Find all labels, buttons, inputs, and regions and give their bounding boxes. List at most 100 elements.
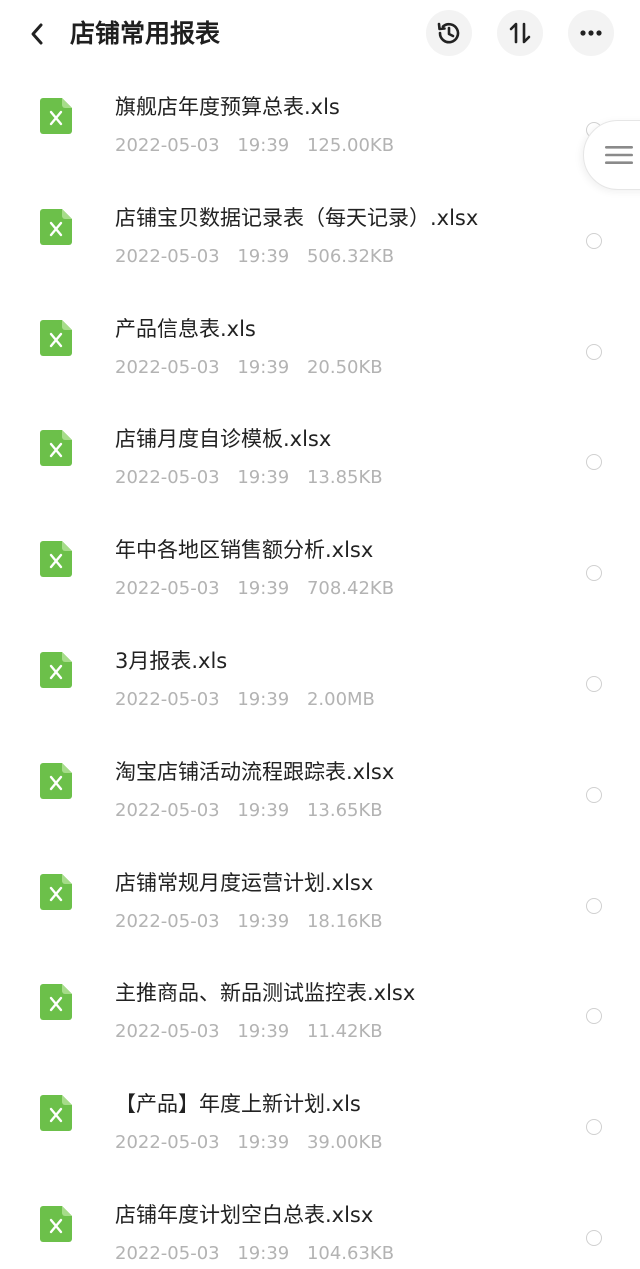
excel-file-icon <box>40 984 72 1021</box>
file-date: 2022-05-03 <box>115 1021 220 1043</box>
excel-file-icon <box>40 762 72 799</box>
file-meta: 2022-05-03 19:39 13.85KB <box>115 467 395 489</box>
file-row[interactable]: 店铺年度计划空白总表.xlsx 2022-05-03 19:39 104.63K… <box>0 1166 640 1269</box>
excel-file-icon <box>40 208 72 245</box>
file-meta: 2022-05-03 19:39 39.00KB <box>115 1132 395 1154</box>
file-browser-screen: 店铺常用报表 旗舰店年度预算总表.xls 2022-05-03 19:39 12… <box>0 0 640 1269</box>
excel-file-icon <box>40 541 72 578</box>
file-date: 2022-05-03 <box>115 467 220 489</box>
file-row[interactable]: 产品信息表.xls 2022-05-03 19:39 20.50KB <box>0 280 640 391</box>
history-button[interactable] <box>426 10 472 56</box>
file-size: 20.50KB <box>306 356 383 378</box>
more-icon <box>580 30 602 36</box>
select-radio[interactable] <box>586 565 602 582</box>
file-row[interactable]: 店铺月度自诊模板.xlsx 2022-05-03 19:39 13.85KB <box>0 390 640 501</box>
file-row[interactable]: 【产品】年度上新计划.xls 2022-05-03 19:39 39.00KB <box>0 1055 640 1166</box>
file-meta: 2022-05-03 19:39 20.50KB <box>115 357 395 379</box>
file-name: 年中各地区销售额分析.xlsx <box>115 538 374 563</box>
file-size: 506.32KB <box>306 245 395 267</box>
menu-lines-icon <box>605 146 633 164</box>
file-meta: 2022-05-03 19:39 11.42KB <box>115 1021 395 1043</box>
file-time: 19:39 <box>237 1242 290 1264</box>
file-time: 19:39 <box>237 1132 290 1154</box>
file-date: 2022-05-03 <box>115 688 220 710</box>
select-radio[interactable] <box>586 454 602 471</box>
file-row[interactable]: 3月报表.xls 2022-05-03 19:39 2.00MB <box>0 612 640 723</box>
file-time: 19:39 <box>237 910 290 932</box>
select-radio[interactable] <box>586 897 602 914</box>
file-meta: 2022-05-03 19:39 708.42KB <box>115 578 406 600</box>
excel-file-icon <box>40 430 72 467</box>
excel-file-icon <box>40 1095 72 1132</box>
sort-button[interactable] <box>497 10 543 56</box>
file-date: 2022-05-03 <box>115 799 220 821</box>
file-time: 19:39 <box>237 688 290 710</box>
file-name: 店铺宝贝数据记录表（每天记录）.xlsx <box>115 205 479 230</box>
file-meta: 2022-05-03 19:39 125.00KB <box>115 135 406 157</box>
history-icon <box>437 22 460 44</box>
file-row[interactable]: 旗舰店年度预算总表.xls 2022-05-03 19:39 125.00KB <box>0 58 640 169</box>
file-row[interactable]: 店铺宝贝数据记录表（每天记录）.xlsx 2022-05-03 19:39 50… <box>0 169 640 280</box>
select-radio[interactable] <box>586 343 602 360</box>
file-size: 104.63KB <box>306 1242 395 1264</box>
file-time: 19:39 <box>237 799 290 821</box>
file-meta: 2022-05-03 19:39 506.32KB <box>115 246 406 268</box>
file-size: 39.00KB <box>306 1132 383 1154</box>
file-size: 18.16KB <box>306 910 383 932</box>
select-radio[interactable] <box>586 232 602 249</box>
file-meta: 2022-05-03 19:39 18.16KB <box>115 911 395 933</box>
file-name: 淘宝店铺活动流程跟踪表.xlsx <box>115 759 395 784</box>
file-meta: 2022-05-03 19:39 13.65KB <box>115 800 395 822</box>
back-button[interactable] <box>18 14 58 54</box>
file-time: 19:39 <box>237 356 290 378</box>
excel-file-icon <box>40 651 72 688</box>
file-size: 11.42KB <box>306 1021 383 1043</box>
top-bar: 店铺常用报表 <box>0 0 640 66</box>
file-time: 19:39 <box>237 578 290 600</box>
sort-icon <box>509 22 531 44</box>
file-name: 【产品】年度上新计划.xls <box>115 1092 361 1117</box>
file-size: 13.65KB <box>306 799 383 821</box>
select-radio[interactable] <box>586 786 602 803</box>
file-date: 2022-05-03 <box>115 245 220 267</box>
file-row[interactable]: 店铺常规月度运营计划.xlsx 2022-05-03 19:39 18.16KB <box>0 834 640 945</box>
file-size: 125.00KB <box>306 135 395 156</box>
file-date: 2022-05-03 <box>115 135 220 156</box>
excel-file-icon <box>40 319 72 356</box>
back-arrow-icon <box>31 23 43 45</box>
file-time: 19:39 <box>237 467 290 489</box>
page-title: 店铺常用报表 <box>70 19 221 48</box>
select-radio[interactable] <box>586 1229 602 1246</box>
file-name: 店铺月度自诊模板.xlsx <box>115 427 332 452</box>
file-size: 708.42KB <box>306 578 395 600</box>
file-size: 2.00MB <box>306 688 375 710</box>
file-row[interactable]: 年中各地区销售额分析.xlsx 2022-05-03 19:39 708.42K… <box>0 501 640 612</box>
file-row[interactable]: 淘宝店铺活动流程跟踪表.xlsx 2022-05-03 19:39 13.65K… <box>0 723 640 834</box>
file-time: 19:39 <box>237 1021 290 1043</box>
file-name: 店铺年度计划空白总表.xlsx <box>115 1202 374 1227</box>
file-date: 2022-05-03 <box>115 1132 220 1154</box>
excel-file-icon <box>40 98 72 134</box>
file-name: 主推商品、新品测试监控表.xlsx <box>115 981 416 1006</box>
excel-file-icon <box>40 1205 72 1242</box>
select-radio[interactable] <box>586 675 602 692</box>
excel-file-icon <box>40 873 72 910</box>
file-name: 店铺常规月度运营计划.xlsx <box>115 870 374 895</box>
file-time: 19:39 <box>237 245 290 267</box>
file-date: 2022-05-03 <box>115 910 220 932</box>
file-date: 2022-05-03 <box>115 578 220 600</box>
file-row[interactable]: 主推商品、新品测试监控表.xlsx 2022-05-03 19:39 11.42… <box>0 944 640 1055</box>
more-button[interactable] <box>568 10 614 56</box>
file-meta: 2022-05-03 19:39 2.00MB <box>115 689 387 711</box>
file-name: 3月报表.xls <box>115 648 228 673</box>
file-list: 旗舰店年度预算总表.xls 2022-05-03 19:39 125.00KB … <box>0 58 640 1269</box>
select-radio[interactable] <box>586 1008 602 1025</box>
file-name: 产品信息表.xls <box>115 316 256 341</box>
file-time: 19:39 <box>237 135 290 156</box>
file-meta: 2022-05-03 19:39 104.63KB <box>115 1243 406 1265</box>
select-radio[interactable] <box>586 1119 602 1136</box>
file-date: 2022-05-03 <box>115 356 220 378</box>
file-name: 旗舰店年度预算总表.xls <box>115 95 340 119</box>
file-size: 13.85KB <box>306 467 383 489</box>
file-date: 2022-05-03 <box>115 1242 220 1264</box>
